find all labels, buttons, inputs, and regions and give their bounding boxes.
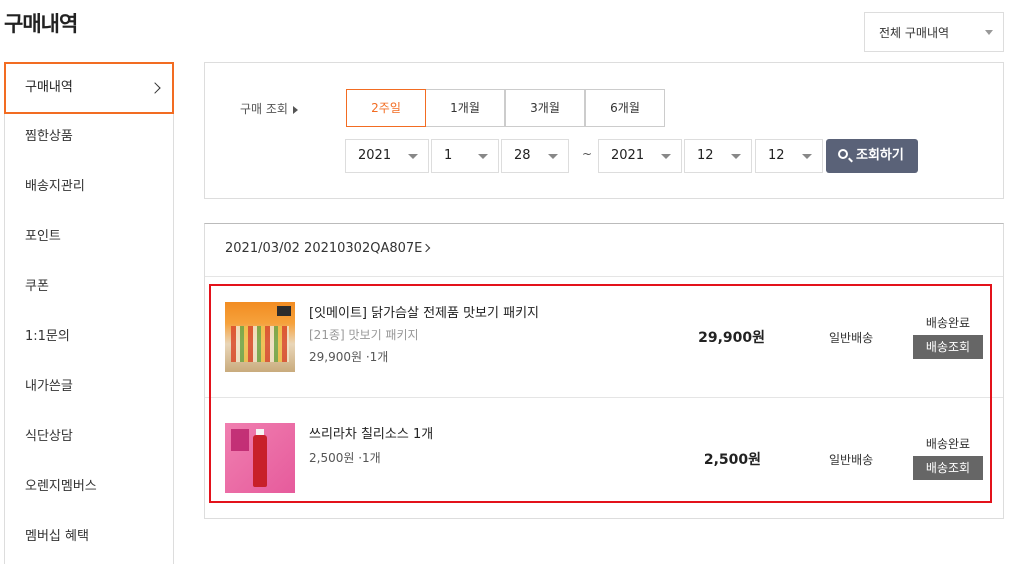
sidebar-item-membership-benefits[interactable]: 멤버십 혜택 <box>5 512 175 562</box>
chevron-down-icon <box>538 140 568 172</box>
sidebar-item-purchase-history[interactable]: 구매내역 <box>4 62 174 114</box>
sidebar-item-label: 포인트 <box>25 229 61 244</box>
period-6months-button[interactable]: 6개월 <box>585 89 665 127</box>
chevron-down-icon <box>792 140 822 172</box>
sidebar-item-label: 멤버십 혜택 <box>25 529 89 544</box>
to-month-select[interactable]: 12 <box>684 139 752 173</box>
date-range-separator: ~ <box>582 147 593 161</box>
sidebar-item-label: 구매내역 <box>25 80 73 95</box>
order-header-link[interactable]: 2021/03/02 20210302QA807E <box>225 241 431 256</box>
chevron-down-icon <box>398 140 428 172</box>
delivery-status: 배송완료 <box>925 316 971 330</box>
order-card: 2021/03/02 20210302QA807E [잇메이트] 닭가슴살 전제… <box>204 223 1004 519</box>
period-2weeks-button[interactable]: 2주일 <box>346 89 426 127</box>
product-price: 29,900원 <box>698 330 765 346</box>
sidebar-item-my-posts[interactable]: 내가쓴글 <box>5 362 175 412</box>
product-price-qty: 2,500원 ·1개 <box>309 451 381 465</box>
purchase-filter: 구매 조회 2주일 1개월 3개월 6개월 2021 1 28 ~ 2021 1… <box>204 62 1004 199</box>
sidebar-item-inquiry[interactable]: 1:1문의 <box>5 312 175 362</box>
track-delivery-button[interactable]: 배송조회 <box>913 335 983 359</box>
chevron-down-icon <box>985 30 993 35</box>
sidebar: 구매내역 찜한상품 배송지관리 포인트 쿠폰 1:1문의 내가쓴글 식단상담 오… <box>4 62 174 564</box>
sidebar-item-points[interactable]: 포인트 <box>5 212 175 262</box>
product-price-qty: 29,900원 ·1개 <box>309 350 389 364</box>
from-year-select[interactable]: 2021 <box>345 139 429 173</box>
product-name-link[interactable]: 쓰리라차 칠리소스 1개 <box>309 423 433 442</box>
order-item-row: 쓰리라차 칠리소스 1개 2,500원 ·1개 2,500원 일반배송 배송완료… <box>205 398 1003 518</box>
sidebar-item-label: 오렌지멤버스 <box>25 479 97 494</box>
to-year-select[interactable]: 2021 <box>598 139 682 173</box>
filter-label: 구매 조회 <box>240 100 298 117</box>
period-3months-button[interactable]: 3개월 <box>505 89 585 127</box>
product-option: [21종] 맛보기 패키지 <box>309 328 419 342</box>
chevron-right-icon <box>422 243 431 253</box>
sidebar-item-orange-members[interactable]: 오렌지멤버스 <box>5 462 175 512</box>
to-day-select[interactable]: 12 <box>755 139 823 173</box>
from-day-select[interactable]: 28 <box>501 139 569 173</box>
triangle-right-icon <box>292 105 298 114</box>
sidebar-item-label: 찜한상품 <box>25 129 73 144</box>
sidebar-item-label: 내가쓴글 <box>25 379 73 394</box>
track-delivery-button[interactable]: 배송조회 <box>913 456 983 480</box>
product-thumbnail[interactable] <box>225 302 295 372</box>
chevron-right-icon <box>149 82 161 94</box>
search-icon <box>838 149 848 159</box>
order-item-row: [잇메이트] 닭가슴살 전제품 맛보기 패키지 [21종] 맛보기 패키지 29… <box>205 277 1003 397</box>
chevron-down-icon <box>721 140 751 172</box>
page-title: 구매내역 <box>4 12 78 36</box>
sidebar-item-label: 배송지관리 <box>25 179 85 194</box>
purchase-type-select-value: 전체 구매내역 <box>879 26 950 40</box>
product-thumbnail[interactable] <box>225 423 295 493</box>
sidebar-item-label: 식단상담 <box>25 429 73 444</box>
sidebar-item-wishlist[interactable]: 찜한상품 <box>5 112 175 162</box>
chevron-down-icon <box>468 140 498 172</box>
sidebar-item-diet-consult[interactable]: 식단상담 <box>5 412 175 462</box>
period-1month-button[interactable]: 1개월 <box>425 89 505 127</box>
shipping-type: 일반배송 <box>829 331 874 345</box>
sidebar-item-addresses[interactable]: 배송지관리 <box>5 162 175 212</box>
delivery-status: 배송완료 <box>925 437 971 451</box>
sidebar-item-label: 1:1문의 <box>25 329 70 344</box>
product-price: 2,500원 <box>703 452 761 468</box>
product-name-link[interactable]: [잇메이트] 닭가슴살 전제품 맛보기 패키지 <box>309 302 539 321</box>
purchase-type-select[interactable]: 전체 구매내역 <box>864 12 1004 52</box>
search-button[interactable]: 조회하기 <box>826 139 918 173</box>
sidebar-item-coupons[interactable]: 쿠폰 <box>5 262 175 312</box>
chevron-down-icon <box>651 140 681 172</box>
shipping-type: 일반배송 <box>829 453 874 467</box>
from-month-select[interactable]: 1 <box>431 139 499 173</box>
sidebar-item-label: 쿠폰 <box>25 279 49 294</box>
